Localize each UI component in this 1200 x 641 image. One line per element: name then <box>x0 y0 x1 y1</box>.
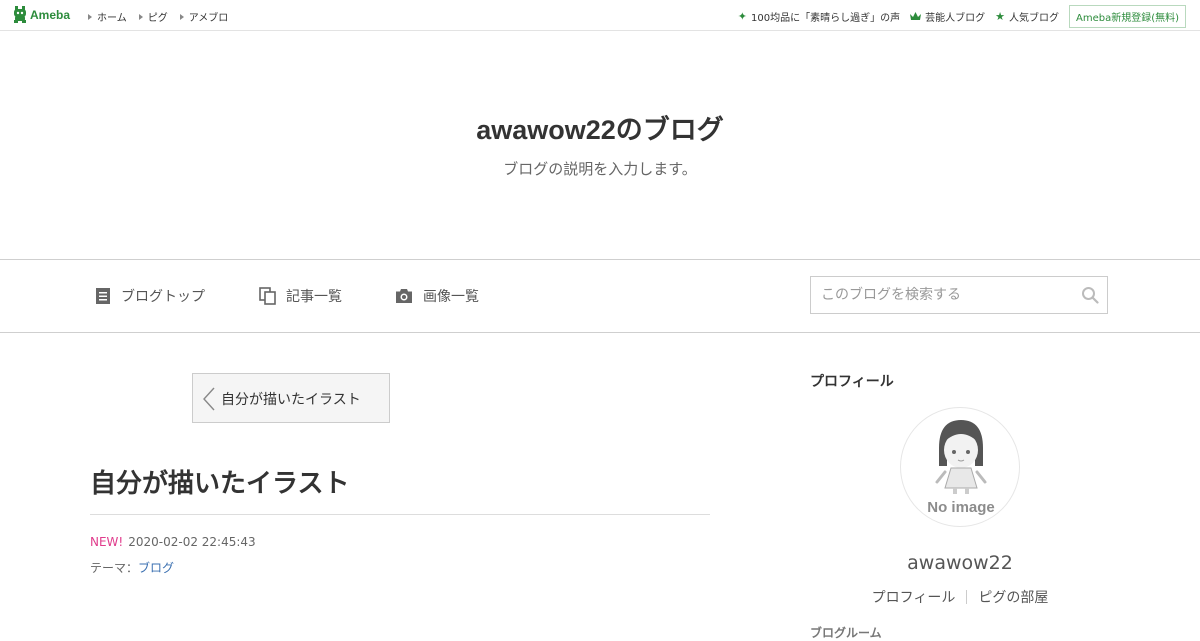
blog-search <box>810 276 1108 314</box>
new-badge: NEW! <box>90 535 124 549</box>
nav-label: ブログトップ <box>121 289 205 305</box>
caret-right-icon <box>88 13 92 20</box>
theme-back-button[interactable]: 自分が描いたイラスト <box>192 373 390 423</box>
nav-blog-top[interactable]: ブログトップ <box>95 286 205 306</box>
celebrity-blog-link[interactable]: 芸能人ブログ <box>910 9 985 24</box>
logo-text: Ameba <box>30 7 71 22</box>
theme-link[interactable]: ブログ <box>138 561 174 575</box>
signup-button[interactable]: Ameba新規登録(無料) <box>1068 5 1186 28</box>
crown-icon <box>910 12 922 20</box>
global-nav-ameblo[interactable]: アメブロ <box>179 9 229 24</box>
global-links: ✦ 100均品に「素晴らし過ぎ」の声 芸能人ブログ ★ 人気ブログ Ameba新… <box>738 5 1186 28</box>
profile-heading: プロフィール <box>810 374 894 390</box>
document-icon <box>96 288 110 304</box>
star-icon: ★ <box>995 10 1005 23</box>
global-nav-home[interactable]: ホーム <box>88 9 127 24</box>
popular-blog-link[interactable]: ★ 人気ブログ <box>995 9 1059 24</box>
global-nav-pigg[interactable]: ピグ <box>138 9 168 24</box>
caret-right-icon <box>138 13 143 20</box>
entry-title[interactable]: 自分が描いたイラスト <box>90 463 349 500</box>
profile-link[interactable]: プロフィール <box>872 587 956 607</box>
global-nav-label: ホーム <box>97 13 127 24</box>
trending-topic-label: 100均品に「素晴らし過ぎ」の声 <box>751 13 901 24</box>
blog-room-heading: ブログルーム <box>810 626 882 640</box>
theme-prefix: テーマ： <box>90 561 139 575</box>
trending-topic-link[interactable]: ✦ 100均品に「素晴らし過ぎ」の声 <box>738 9 900 24</box>
search-input[interactable] <box>811 277 1071 313</box>
entry-theme: テーマ：ブログ <box>90 559 174 576</box>
profile-name[interactable]: awawow22 <box>810 552 1110 574</box>
entry-meta: NEW! 2020-02-02 22:45:43 <box>90 535 256 549</box>
caret-right-icon <box>179 13 184 20</box>
divider <box>966 590 968 604</box>
divider <box>90 514 710 515</box>
global-nav-label: ピグ <box>147 13 168 24</box>
blog-description: ブログの説明を入力します。 <box>503 160 697 178</box>
search-icon[interactable] <box>1081 286 1099 304</box>
avatar[interactable]: No image <box>900 407 1020 527</box>
global-nav: ホーム ピグ アメブロ <box>88 9 240 24</box>
celebrity-blog-label: 芸能人ブログ <box>925 13 986 24</box>
nav-image-list[interactable]: 画像一覧 <box>395 286 479 306</box>
global-nav-label: アメブロ <box>188 13 229 24</box>
no-image-text: No image <box>927 499 995 516</box>
copy-icon <box>259 287 276 305</box>
global-header: Ameba ホーム ピグ アメブロ ✦ 100均品に「素晴らし過ぎ」の声 芸能人… <box>0 0 1200 31</box>
blog-nav: ブログトップ 記事一覧 画像一覧 <box>0 259 1200 333</box>
chevron-left-icon <box>203 387 215 411</box>
nav-label: 記事一覧 <box>286 289 342 305</box>
theme-back-label: 自分が描いたイラスト <box>221 392 361 408</box>
sparkle-icon: ✦ <box>737 10 748 23</box>
camera-icon <box>396 289 412 303</box>
popular-blog-label: 人気ブログ <box>1008 13 1059 24</box>
ameba-mascot-icon <box>14 6 26 23</box>
nav-label: 画像一覧 <box>423 289 479 305</box>
nav-entry-list[interactable]: 記事一覧 <box>259 286 342 306</box>
ameba-logo[interactable]: Ameba <box>13 6 70 23</box>
blog-title[interactable]: awawow22のブログ <box>0 108 1200 147</box>
pigg-room-link[interactable]: ピグの部屋 <box>978 587 1048 607</box>
profile-links: プロフィール ピグの部屋 <box>810 587 1110 607</box>
entry-datetime: 2020-02-02 22:45:43 <box>128 535 256 549</box>
